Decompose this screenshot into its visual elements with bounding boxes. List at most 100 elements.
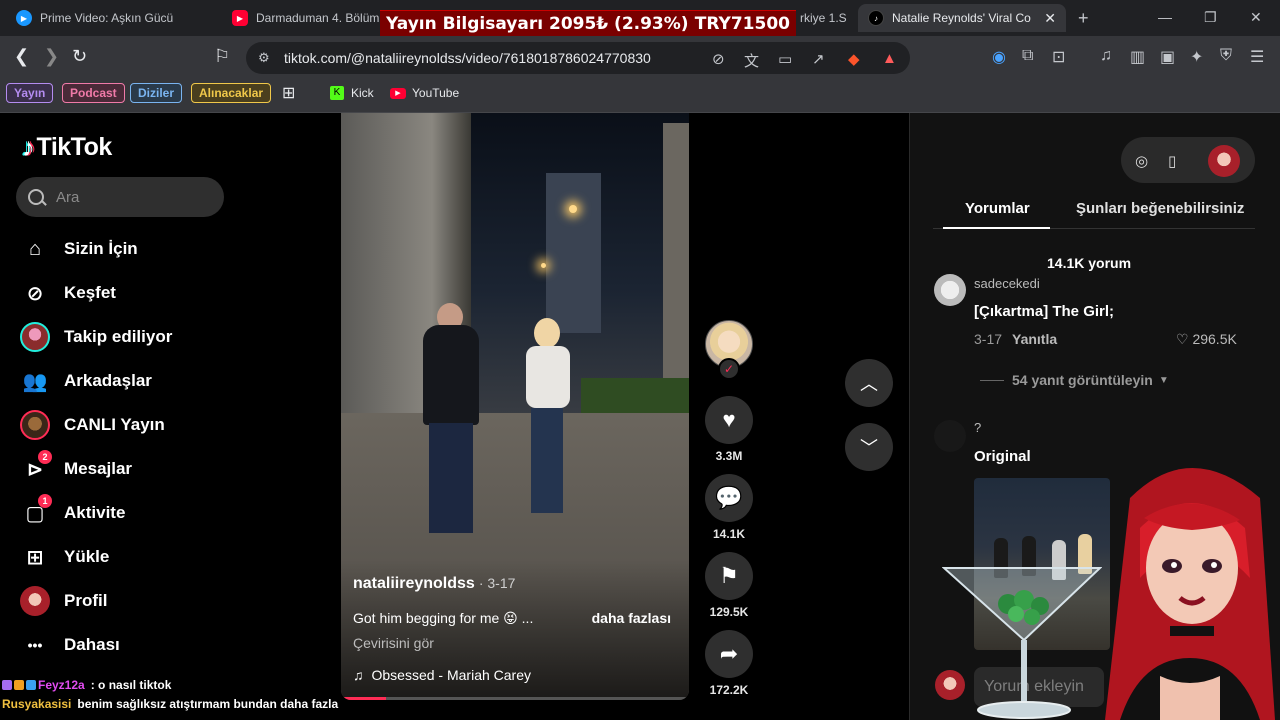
tiktok-coin-icon[interactable]: ◎	[1135, 152, 1148, 170]
banner-right-text: TRY71500	[694, 13, 790, 34]
video-progress-bar[interactable]	[341, 697, 689, 700]
bookmark-folder-podcast[interactable]: Podcast	[62, 83, 125, 103]
reload-icon[interactable]: ↻	[72, 46, 87, 67]
comment-action[interactable]: 💬 14.1K	[705, 474, 753, 541]
author-name: nataliireynoldss	[353, 575, 475, 592]
youtube-favicon-icon: ▶	[232, 10, 248, 26]
share-icon[interactable]: ↗	[812, 50, 825, 68]
brave-shields-icon[interactable]: ◆	[848, 50, 860, 68]
bookmark-page-icon[interactable]: ⚐	[214, 46, 230, 67]
user-avatar[interactable]	[1208, 145, 1240, 177]
url-field[interactable]: ⚙ tiktok.com/@nataliireynoldss/video/761…	[246, 42, 910, 74]
minimize-icon[interactable]: —	[1158, 9, 1172, 25]
next-video-button[interactable]: ﹀	[845, 423, 893, 471]
messages-badge: 2	[38, 450, 52, 464]
share-action[interactable]: ➦ 172.2K	[705, 630, 753, 697]
save-action[interactable]: ⚑ 129.5K	[705, 552, 753, 619]
video-player[interactable]: nataliireynoldss · 3-17 Got him begging f…	[341, 113, 689, 700]
comment-like[interactable]: ♡ 296.5K	[1176, 331, 1237, 348]
nav-item-friends[interactable]: 👥 Arkadaşlar	[20, 365, 152, 397]
maximize-icon[interactable]: ❐	[1204, 9, 1217, 26]
like-action[interactable]: ♥ 3.3M	[705, 396, 753, 463]
nav-label: Keşfet	[64, 283, 116, 302]
bookmark-icon[interactable]: ⚑	[705, 552, 753, 600]
tab-prime-video[interactable]: ▶ Prime Video: Aşkın Gücü	[6, 4, 220, 32]
forward-icon[interactable]: ❯	[44, 46, 59, 67]
video-author[interactable]: nataliireynoldss · 3-17	[353, 575, 515, 593]
comment-username[interactable]: ?	[974, 420, 981, 435]
screenshot-icon[interactable]: ⊡	[1052, 47, 1065, 67]
comment-icon[interactable]: 💬	[705, 474, 753, 522]
reply-link[interactable]: Yanıtla	[1012, 331, 1057, 347]
bookmark-kick[interactable]: K Kick	[330, 83, 374, 103]
tiktok-logo[interactable]: ♪ TikTok	[22, 132, 112, 163]
close-tab-icon[interactable]: ✕	[1036, 10, 1056, 27]
nav-item-for-you[interactable]: ⌂ Sizin İçin	[20, 233, 138, 265]
video-caption: Got him begging for me 😝 ...	[353, 610, 534, 626]
translate-icon[interactable]: 文	[744, 50, 759, 71]
comment-avatar[interactable]	[934, 420, 966, 452]
menu-icon[interactable]: ☰	[1250, 47, 1264, 67]
no-tracking-icon[interactable]: ⊘	[712, 50, 725, 68]
nav-item-upload[interactable]: ⊞ Yükle	[20, 541, 110, 573]
messages-icon: ⊳ 2	[20, 450, 52, 484]
see-translation-link[interactable]: Çevirisini gör	[353, 635, 434, 651]
nav-label: Dahası	[64, 635, 120, 654]
view-replies-button[interactable]: 54 yanıt görüntüleyin ▼	[980, 372, 1169, 388]
bookmark-folder-alinacaklar[interactable]: Alınacaklar	[191, 83, 272, 103]
view-replies-label: 54 yanıt görüntüleyin	[1012, 372, 1153, 388]
wallet-icon[interactable]: ▣	[1160, 47, 1175, 67]
heart-outline-icon: ♡	[1176, 331, 1189, 347]
tab-title: rkiye 1.S	[800, 11, 847, 25]
friends-icon: 👥	[22, 370, 48, 393]
previous-video-button[interactable]: ︿	[845, 359, 893, 407]
vpn-icon[interactable]: ⛨	[1220, 47, 1232, 65]
video-scene-lamp	[541, 263, 546, 268]
window-close-icon[interactable]: ✕	[1250, 9, 1262, 26]
back-icon[interactable]: ❮	[14, 46, 29, 67]
share-arrow-icon[interactable]: ➦	[705, 630, 753, 678]
comment-avatar[interactable]	[934, 274, 966, 306]
extension-shazam-icon[interactable]: ◉	[992, 47, 1006, 67]
nav-item-activity[interactable]: ▢ 1 Aktivite	[20, 494, 125, 529]
nav-item-following[interactable]: Takip ediliyor	[20, 321, 172, 353]
tab-tiktok-active[interactable]: ♪ Natalie Reynolds' Viral Co ✕	[858, 4, 1066, 32]
search-input[interactable]: Ara	[16, 177, 224, 217]
cast-icon[interactable]: ▭	[778, 50, 792, 68]
comment-like-count: 296.5K	[1192, 331, 1237, 347]
nav-item-messages[interactable]: ⊳ 2 Mesajlar	[20, 450, 132, 485]
bookmark-youtube[interactable]: ▶ YouTube	[390, 83, 459, 103]
tab-title: Darmaduman 4. Bölüm	[256, 11, 380, 25]
brave-rewards-icon[interactable]: ▲	[882, 50, 897, 67]
apps-grid-icon[interactable]: ⊞	[282, 83, 295, 103]
nav-item-more[interactable]: ••• Dahası	[20, 629, 120, 661]
leo-ai-icon[interactable]: ✦	[1190, 47, 1203, 67]
nav-item-explore[interactable]: ⊘ Keşfet	[20, 277, 116, 309]
nav-item-profile[interactable]: Profil	[20, 585, 107, 617]
bookmark-folder-yayin[interactable]: Yayın	[6, 83, 54, 103]
caption-more-link[interactable]: daha fazlası	[592, 610, 671, 626]
follow-check-icon[interactable]: ✓	[718, 358, 740, 380]
media-icon[interactable]: ♫	[1100, 47, 1112, 65]
upload-icon: ⊞	[26, 546, 44, 569]
comment-username[interactable]: sadecekedi	[974, 276, 1040, 291]
heart-icon[interactable]: ♥	[705, 396, 753, 444]
stream-chat: Feyz12a : o nasıl tiktok Rusyakasisi ben…	[2, 675, 338, 713]
phone-icon[interactable]: ▯	[1168, 152, 1176, 170]
tab-darmaduman[interactable]: ▶ Darmaduman 4. Bölüm	[222, 4, 382, 32]
tab-you-may-like[interactable]: Şunları beğenebilirsiniz	[1076, 200, 1244, 217]
tab-comments[interactable]: Yorumlar	[965, 200, 1030, 217]
chat-text: : o nasıl tiktok	[90, 677, 172, 692]
nav-label: Profil	[64, 591, 108, 610]
tab-turkiye[interactable]: rkiye 1.S	[796, 4, 852, 32]
sidebar-icon[interactable]: ▥	[1130, 47, 1145, 67]
bookmark-folder-diziler[interactable]: Diziler	[130, 83, 183, 103]
new-tab-icon[interactable]: +	[1078, 8, 1089, 29]
chevron-down-icon: ﹀	[860, 438, 878, 458]
nav-label: Takip ediliyor	[64, 327, 173, 346]
nav-item-live[interactable]: CANLI Yayın	[20, 409, 165, 441]
video-music[interactable]: ♫ Obsessed - Mariah Carey	[353, 667, 531, 683]
extensions-icon[interactable]: ⧉	[1022, 47, 1033, 65]
site-info-icon[interactable]: ⚙	[258, 50, 270, 66]
music-note-icon: ♫	[353, 667, 364, 683]
